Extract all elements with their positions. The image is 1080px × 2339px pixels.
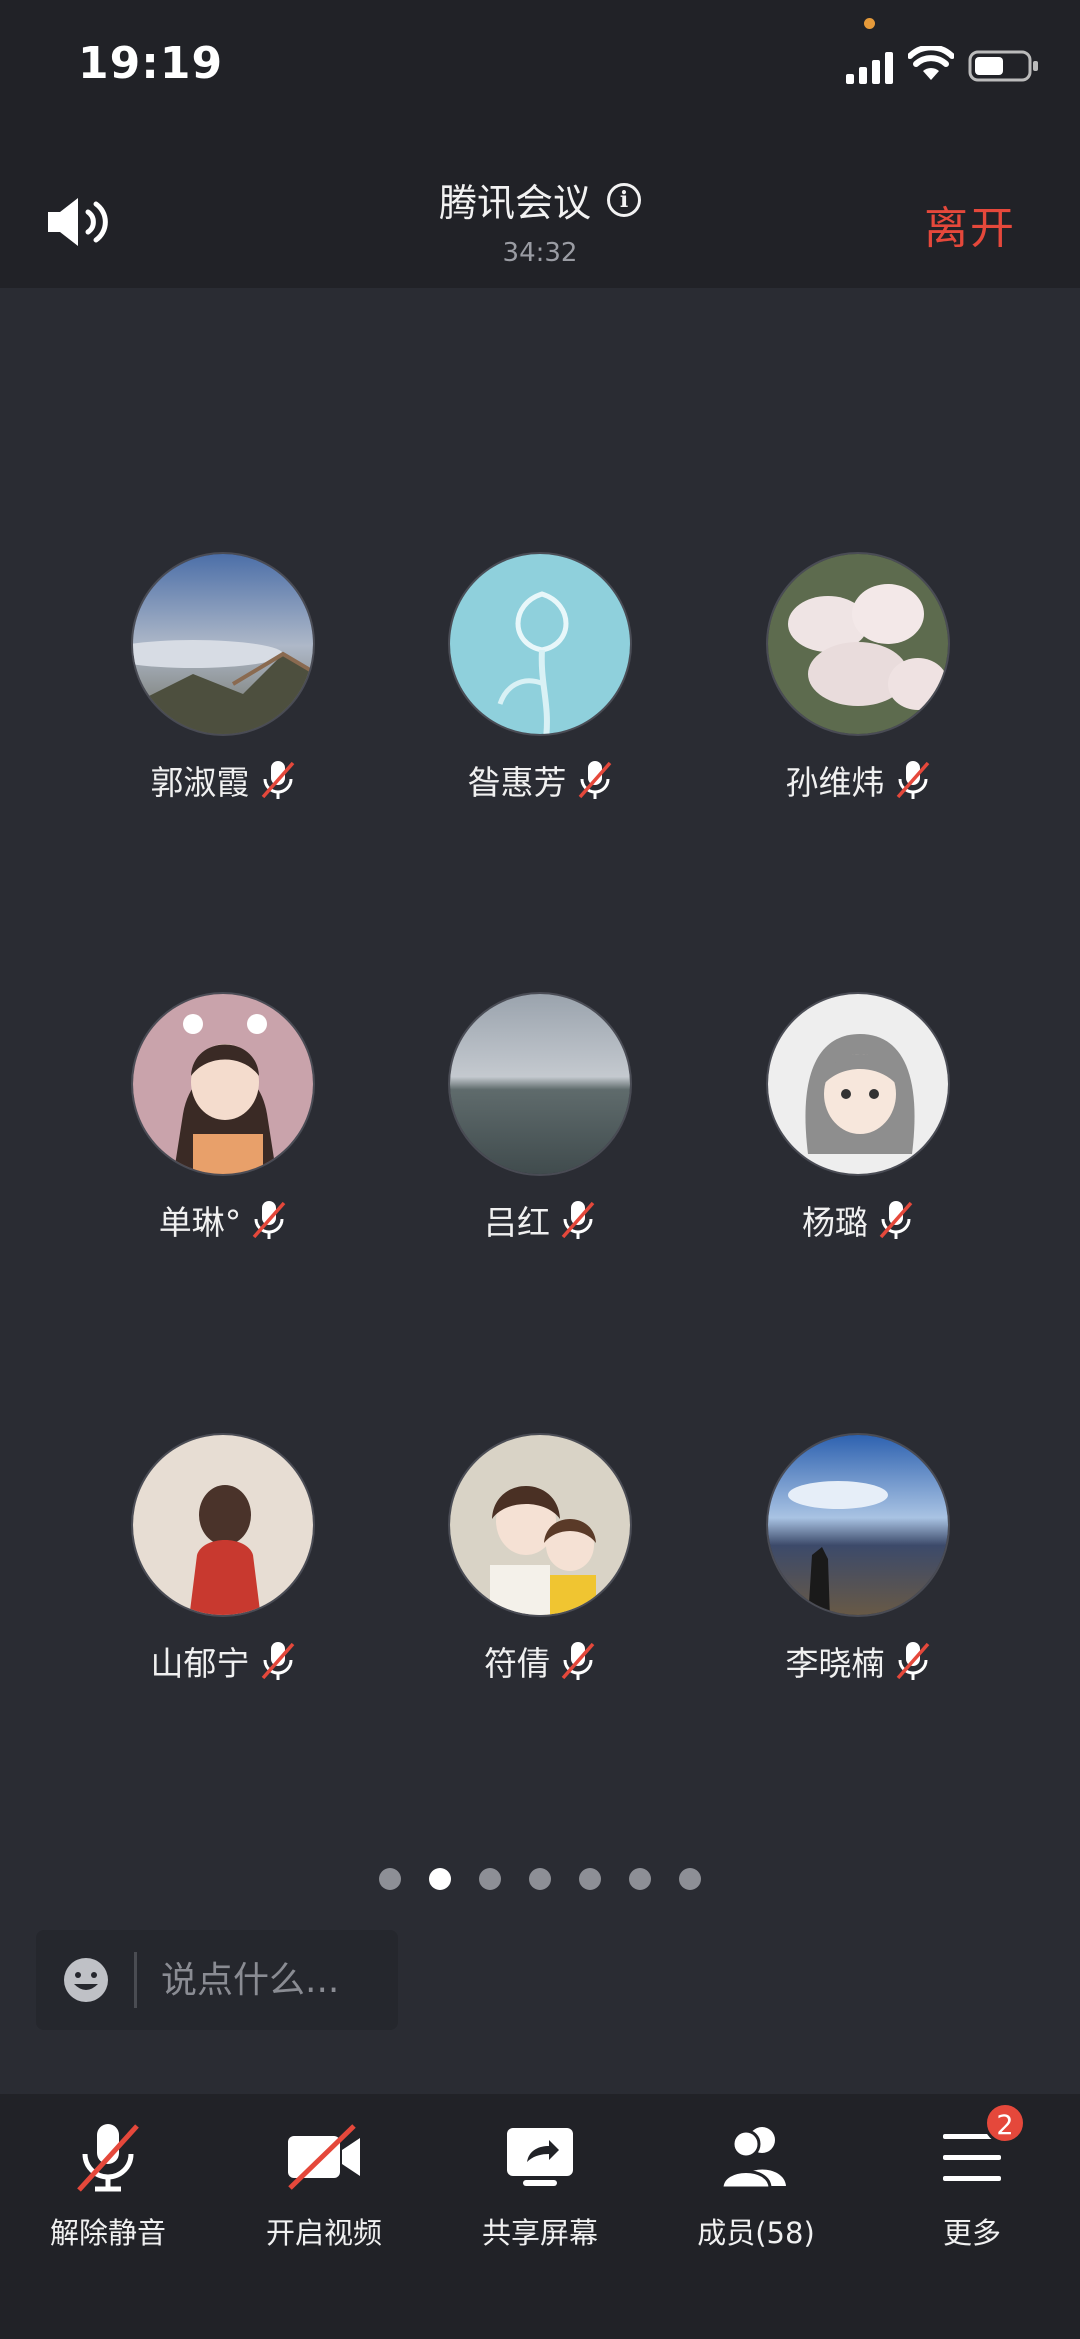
battery-icon bbox=[968, 50, 1038, 82]
cellular-signal-icon bbox=[846, 52, 893, 84]
unmute-button[interactable]: 解除静音 bbox=[0, 2094, 216, 2339]
share-screen-icon bbox=[507, 2128, 573, 2186]
mic-muted-icon bbox=[261, 1642, 294, 1680]
page-dot[interactable] bbox=[529, 1868, 551, 1890]
participant-name: 吕红 bbox=[484, 1203, 550, 1242]
header-area: 19:19 腾讯会议 i 34:32 离开 bbox=[0, 0, 1080, 288]
mic-muted-icon bbox=[879, 1201, 913, 1239]
participant-tile[interactable]: 符倩 bbox=[390, 1433, 690, 1685]
participant-tile[interactable]: 李晓楠 bbox=[708, 1433, 1008, 1685]
chat-box bbox=[36, 1930, 398, 2030]
participant-name: 单琳° bbox=[158, 1203, 242, 1242]
start-video-label: 开启视频 bbox=[265, 2216, 382, 2250]
page-dot[interactable] bbox=[629, 1868, 651, 1890]
leave-button[interactable]: 离开 bbox=[924, 192, 1016, 256]
participant-tile[interactable]: 郭淑霞 bbox=[73, 552, 373, 804]
participant-name: 郭淑霞 bbox=[150, 763, 250, 802]
recording-indicator-dot bbox=[864, 18, 875, 29]
participant-name: 山郁宁 bbox=[150, 1644, 250, 1683]
bottom-toolbar: 解除静音 开启视频 共享屏幕 成员(58) 2 更多 bbox=[0, 2094, 1080, 2339]
participant-name: 杨璐 bbox=[802, 1203, 868, 1242]
meeting-title-area: 腾讯会议 i bbox=[0, 172, 1080, 227]
mic-muted-icon bbox=[252, 1201, 286, 1239]
avatar bbox=[448, 552, 632, 736]
page-dot-active[interactable] bbox=[429, 1868, 451, 1890]
members-label: 成员(58) bbox=[697, 2216, 815, 2250]
avatar bbox=[448, 1433, 632, 1617]
participant-tile[interactable]: 单琳° bbox=[73, 992, 373, 1244]
mic-muted-icon bbox=[561, 1201, 595, 1239]
info-icon[interactable]: i bbox=[607, 182, 641, 217]
members-icon bbox=[720, 2127, 786, 2190]
participant-name: 孙维炜 bbox=[785, 763, 885, 802]
participant-tile[interactable]: 昝惠芳 bbox=[390, 552, 690, 804]
page-dot[interactable] bbox=[679, 1868, 701, 1890]
participant-tile[interactable]: 杨璐 bbox=[708, 992, 1008, 1244]
start-video-button[interactable]: 开启视频 bbox=[216, 2094, 432, 2339]
avatar bbox=[766, 552, 950, 736]
avatar bbox=[131, 1433, 315, 1617]
status-time: 19:19 bbox=[78, 38, 224, 89]
avatar bbox=[131, 552, 315, 736]
avatar bbox=[766, 992, 950, 1176]
participant-name: 李晓楠 bbox=[785, 1644, 885, 1683]
avatar bbox=[766, 1433, 950, 1617]
participant-tile[interactable]: 孙维炜 bbox=[708, 552, 1008, 804]
participant-name: 昝惠芳 bbox=[467, 763, 567, 802]
mic-muted-icon bbox=[578, 761, 611, 799]
mic-muted-icon bbox=[896, 1642, 929, 1680]
share-screen-button[interactable]: 共享屏幕 bbox=[432, 2094, 648, 2339]
unmute-label: 解除静音 bbox=[49, 2216, 166, 2250]
more-button[interactable]: 2 更多 bbox=[864, 2094, 1080, 2339]
mic-muted-icon bbox=[77, 2124, 139, 2192]
mic-muted-icon bbox=[896, 761, 929, 799]
more-label: 更多 bbox=[942, 2216, 1001, 2250]
share-screen-label: 共享屏幕 bbox=[481, 2216, 598, 2250]
video-off-icon bbox=[288, 2124, 360, 2190]
page-dot[interactable] bbox=[479, 1868, 501, 1890]
meeting-title: 腾讯会议 bbox=[438, 181, 591, 225]
chat-input[interactable] bbox=[161, 1959, 381, 2001]
participant-tile[interactable]: 山郁宁 bbox=[73, 1433, 373, 1685]
mic-muted-icon bbox=[561, 1642, 595, 1680]
page-dot[interactable] bbox=[579, 1868, 601, 1890]
page-indicator bbox=[0, 1868, 1080, 1890]
notification-badge: 2 bbox=[984, 2102, 1026, 2144]
mic-muted-icon bbox=[261, 761, 294, 799]
wifi-icon bbox=[908, 46, 954, 80]
avatar bbox=[448, 992, 632, 1176]
chat-divider bbox=[134, 1952, 137, 2008]
participant-name: 符倩 bbox=[484, 1644, 550, 1683]
emoji-icon[interactable] bbox=[62, 1956, 110, 2004]
members-button[interactable]: 成员(58) bbox=[648, 2094, 864, 2339]
meeting-timer: 34:32 bbox=[502, 238, 578, 268]
avatar bbox=[131, 992, 315, 1176]
participant-tile[interactable]: 吕红 bbox=[390, 992, 690, 1244]
page-dot[interactable] bbox=[379, 1868, 401, 1890]
